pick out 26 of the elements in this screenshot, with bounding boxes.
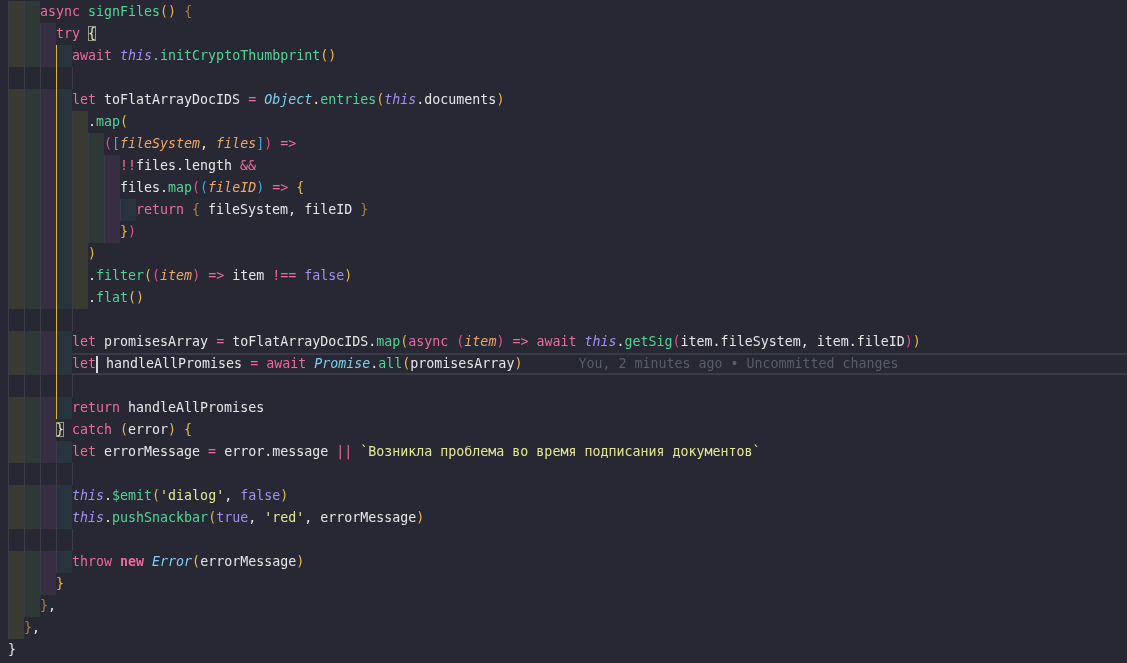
code-line: let errorMessage = error.message || `Возникла проблема во время подписания документов` bbox=[72, 443, 761, 462]
code-line: return handleAllPromises bbox=[72, 399, 265, 417]
code-line: return { fileSystem, fileID } bbox=[136, 201, 369, 219]
code-line: .flat() bbox=[88, 289, 145, 307]
code-line: .map( bbox=[88, 113, 129, 131]
code-line: await this.initCryptoThumbprint() bbox=[72, 47, 337, 65]
code-line: let handleAllPromises = await Promise.all(promisesArray) bbox=[72, 355, 523, 373]
code-line: .filter((item) => item !== false) bbox=[88, 267, 353, 285]
code-line: ) bbox=[88, 245, 96, 263]
code-line: ([fileSystem, files]) => bbox=[104, 135, 297, 153]
code-line: } bbox=[56, 575, 64, 593]
code-line: }, bbox=[24, 619, 41, 637]
code-line: } bbox=[8, 641, 16, 659]
code-line: try { bbox=[56, 25, 97, 43]
code-line: } catch (error) { bbox=[56, 421, 193, 439]
code-line: throw new Error(errorMessage) bbox=[72, 553, 305, 571]
code-line: this.$emit('dialog', false) bbox=[72, 487, 289, 505]
code-line: this.pushSnackbar(true, 'red', errorMessage) bbox=[72, 509, 425, 527]
indent-guide bbox=[40, 23, 56, 45]
code-line: let promisesArray = toFlatArrayDocIDS.map(async (item) => await this.getSig(item.fileSystem, item.fileID)) bbox=[72, 333, 921, 351]
code-line: }) bbox=[120, 223, 137, 241]
code-line: files.map((fileID) => { bbox=[120, 179, 305, 197]
code-line: !!files.length && bbox=[120, 157, 257, 175]
code-line: let toFlatArrayDocIDS = Object.entries(this.documents) bbox=[72, 91, 505, 109]
code-line: }, bbox=[40, 597, 57, 615]
code-line: async signFiles() { bbox=[40, 3, 193, 21]
